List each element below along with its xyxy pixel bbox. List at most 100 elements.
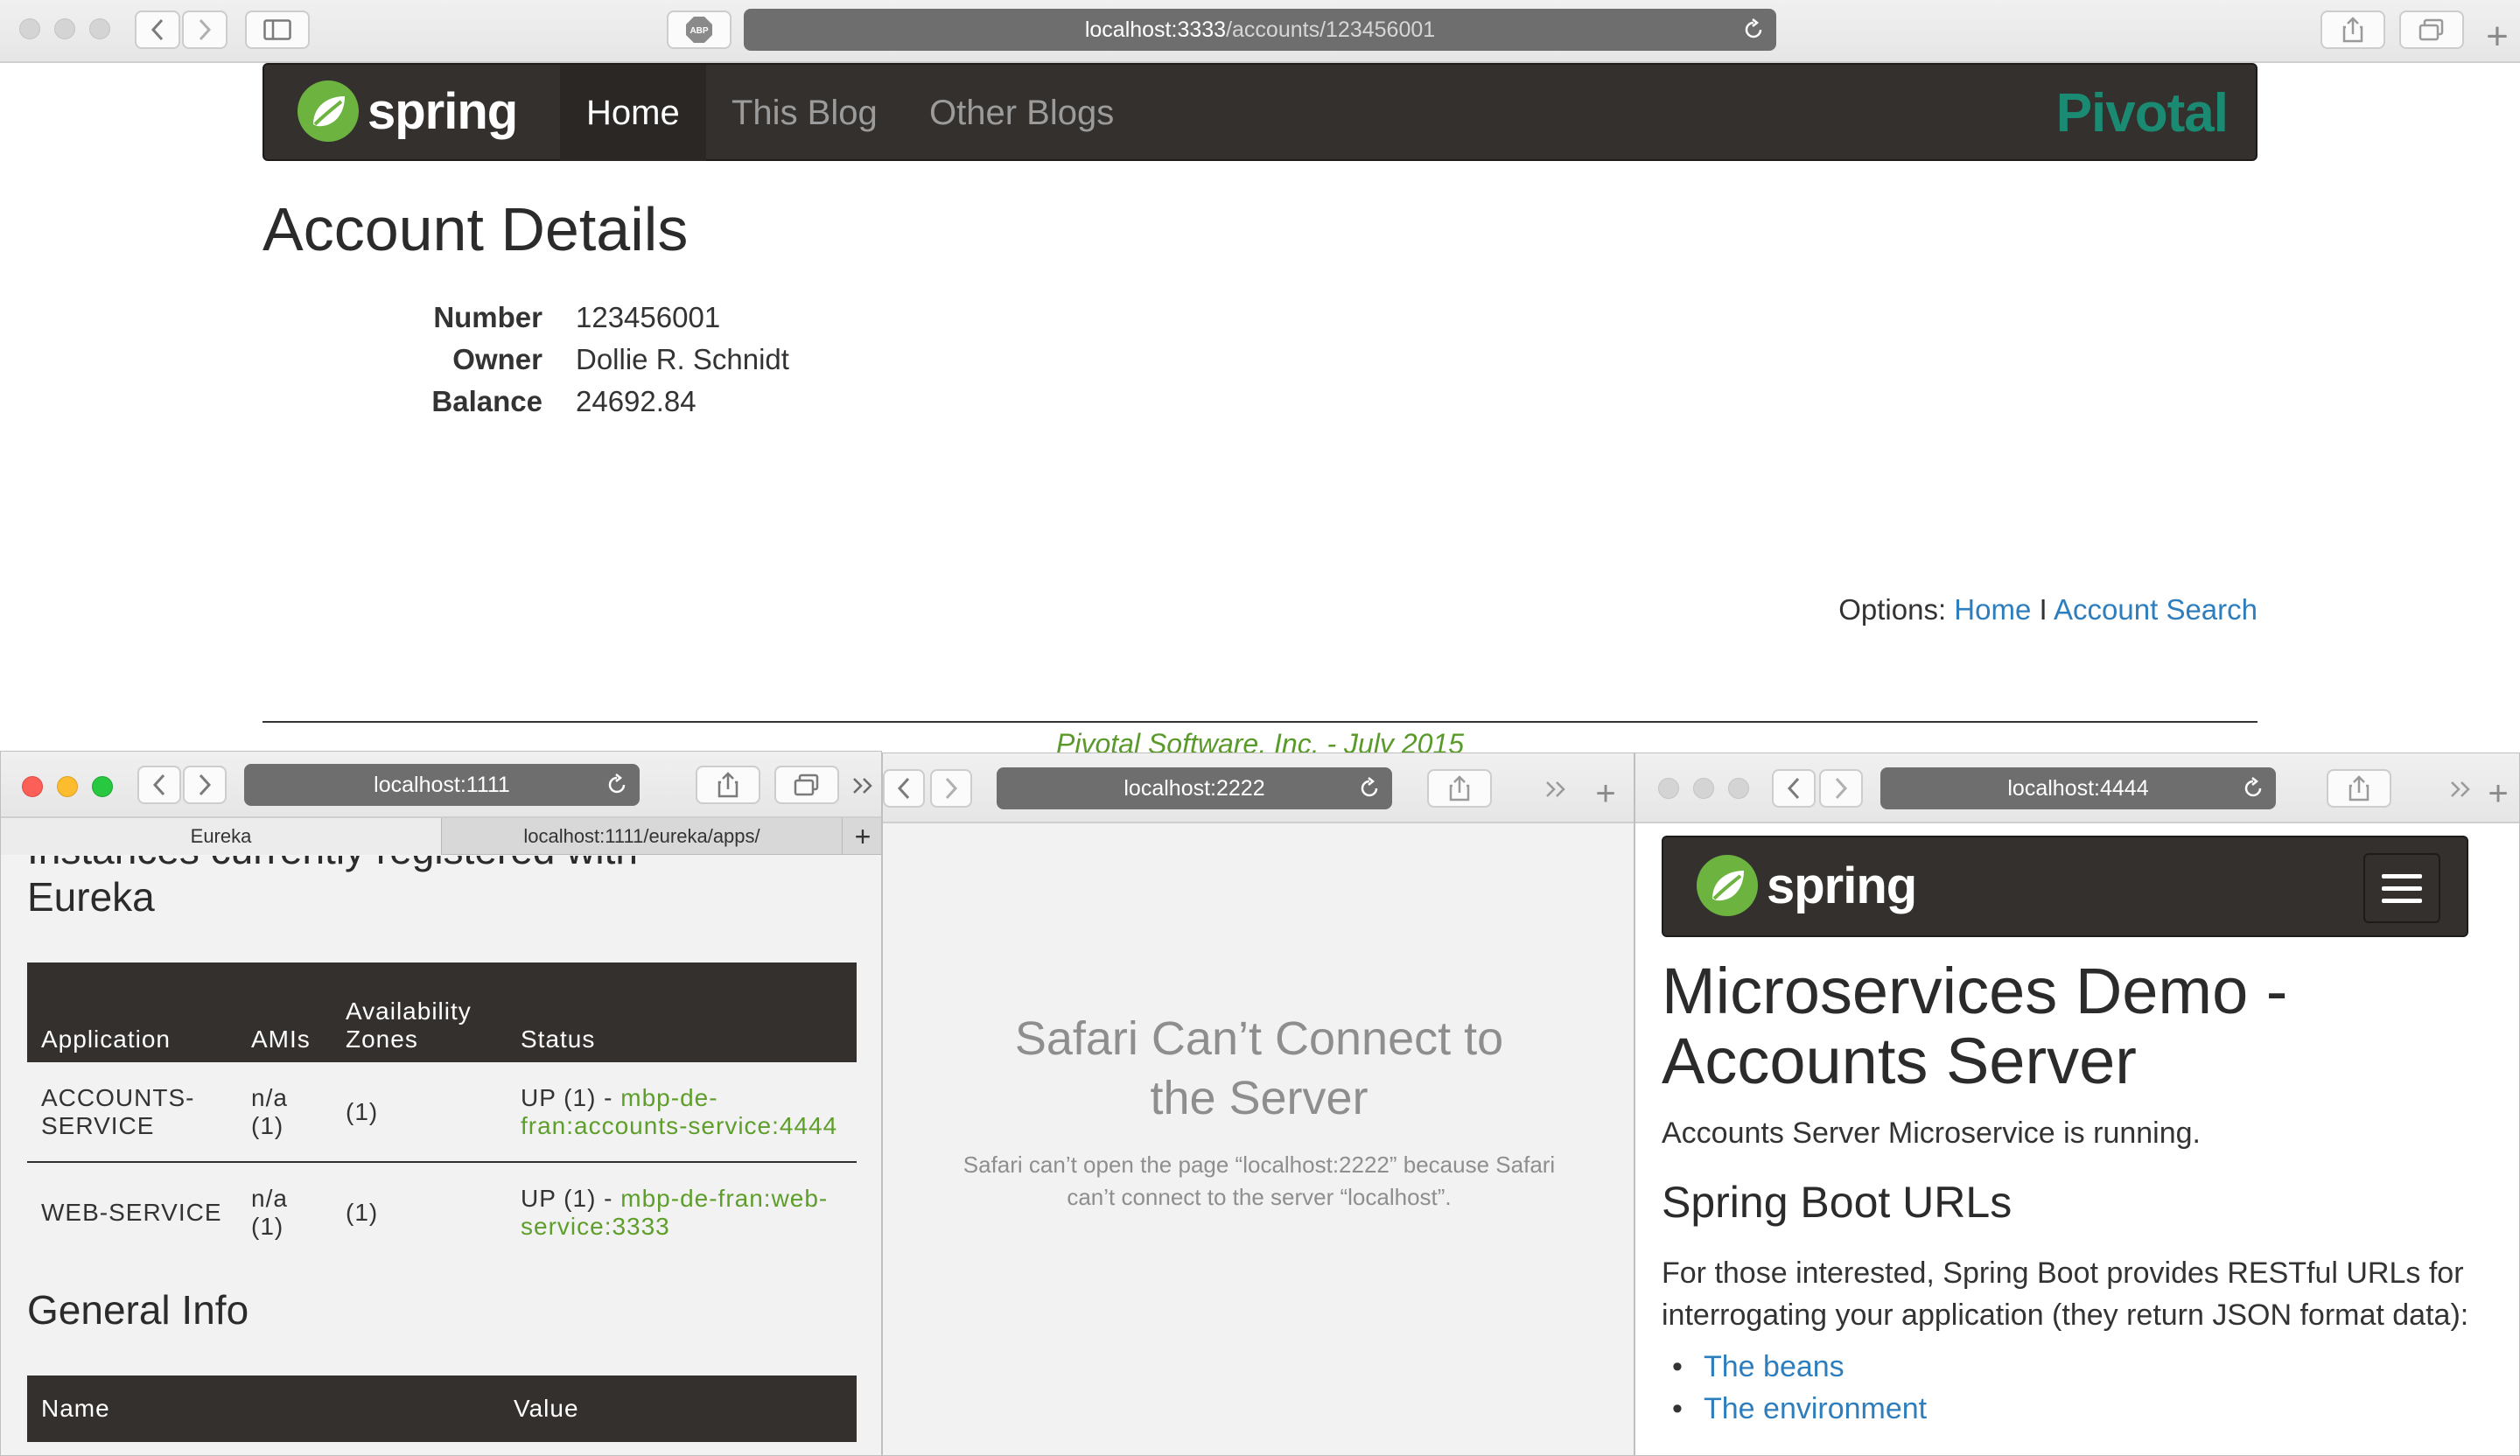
share-button[interactable]: [2320, 10, 2385, 49]
nav-home[interactable]: Home: [560, 65, 706, 161]
spring-leaf-icon: [1697, 855, 1758, 916]
accounts-browser-window: localhost:4444 + spring Microservices De…: [1634, 752, 2520, 1456]
detail-value: 24692.84: [576, 385, 696, 417]
close-window-button[interactable]: [1658, 778, 1679, 799]
zones-value: (1): [332, 1062, 507, 1163]
new-tab-button[interactable]: +: [843, 818, 881, 855]
share-icon: [2348, 775, 2370, 802]
chevron-right-icon: [199, 774, 212, 796]
forward-button[interactable]: [182, 10, 228, 49]
url-text: localhost:1111: [374, 772, 510, 797]
forward-button[interactable]: [1819, 769, 1863, 808]
share-button[interactable]: [2327, 769, 2391, 808]
detail-label: Owner: [452, 343, 542, 375]
back-button[interactable]: [135, 10, 180, 49]
eureka-toolbar: localhost:1111: [1, 752, 881, 818]
spring-boot-urls-heading: Spring Boot URLs: [1662, 1178, 2012, 1227]
zoom-window-button[interactable]: [92, 776, 113, 797]
column-header-application: Application: [27, 962, 237, 1062]
address-bar[interactable]: localhost:3333/accounts/123456001: [744, 9, 1776, 51]
chevron-right-icon: [945, 777, 958, 800]
brand-name: spring: [1767, 857, 1917, 914]
detail-value: Dollie R. Schnidt: [576, 343, 789, 375]
tabs-overview-button[interactable]: [774, 766, 839, 804]
url-text: localhost:4444: [2007, 775, 2149, 801]
table-row: ACCOUNTS-SERVICE n/a (1) (1) UP (1) - mb…: [27, 1062, 857, 1163]
zoom-window-button[interactable]: [89, 18, 110, 39]
top-toolbar: ABP localhost:3333/accounts/123456001 +: [0, 0, 2520, 63]
close-window-button[interactable]: [19, 18, 40, 39]
column-header-amis: AMIs: [237, 962, 332, 1062]
minimize-window-button[interactable]: [54, 18, 75, 39]
status-cell: UP (1) - mbp-de-fran:accounts-service:44…: [507, 1062, 857, 1163]
error-message: Safari can’t open the page “localhost:22…: [962, 1152, 1556, 1210]
column-header-status: Status: [507, 962, 857, 1062]
forward-button[interactable]: [930, 769, 972, 808]
detail-label: Number: [433, 301, 542, 333]
reload-icon[interactable]: [605, 773, 629, 797]
link-environment[interactable]: The environment: [1672, 1392, 1927, 1426]
accounts-toolbar: localhost:4444 +: [1635, 753, 2519, 823]
zones-value: (1): [346, 1198, 379, 1226]
overflow-chevrons-icon[interactable]: [2446, 774, 2475, 804]
nav-this-blog[interactable]: This Blog: [732, 65, 878, 161]
address-bar[interactable]: localhost:4444: [1880, 767, 2276, 809]
tab-eureka[interactable]: Eureka: [1, 818, 442, 855]
new-tab-button[interactable]: +: [2480, 15, 2515, 58]
back-button[interactable]: [883, 769, 925, 808]
top-browser-window: ABP localhost:3333/accounts/123456001 + …: [0, 0, 2520, 760]
intro-text: For those interested, Spring Boot provid…: [1662, 1256, 2469, 1332]
spring-brand[interactable]: spring: [1697, 855, 1917, 916]
reload-icon[interactable]: [2241, 776, 2265, 801]
sidebar-button[interactable]: [245, 10, 310, 49]
options-home-link[interactable]: Home: [1954, 593, 2031, 626]
reload-icon[interactable]: [1741, 18, 1766, 42]
new-tab-button[interactable]: +: [2481, 774, 2516, 813]
overflow-chevrons-icon[interactable]: [1541, 774, 1571, 804]
detail-value: 123456001: [576, 301, 721, 333]
close-window-button[interactable]: [22, 776, 43, 797]
options-bar: Options: Home I Account Search: [1838, 593, 2258, 626]
adblock-plus-icon: ABP: [686, 17, 712, 43]
status-text: UP (1) -: [521, 1083, 613, 1111]
status-cell: UP (1) - mbp-de-fran:web-service:3333: [507, 1162, 857, 1262]
sidebar-icon: [263, 19, 291, 40]
url-path: /accounts/123456001: [1226, 17, 1436, 42]
minimize-window-button[interactable]: [57, 776, 78, 797]
zoom-window-button[interactable]: [1728, 778, 1749, 799]
minimize-window-button[interactable]: [1693, 778, 1714, 799]
address-bar[interactable]: localhost:2222: [997, 767, 1392, 809]
tab-eureka-apps[interactable]: localhost:1111/eureka/apps/: [442, 818, 843, 855]
back-button[interactable]: [137, 766, 181, 804]
status-text: UP (1) -: [521, 1184, 613, 1212]
table-row: WEB-SERVICE n/a (1) (1) UP (1) - mbp-de-…: [27, 1162, 857, 1262]
share-icon: [718, 772, 738, 798]
adblock-button[interactable]: ABP: [667, 10, 732, 49]
reload-icon[interactable]: [1357, 776, 1382, 801]
spring-brand[interactable]: spring: [298, 80, 518, 142]
share-icon: [2342, 17, 2363, 43]
hamburger-menu-icon[interactable]: [2363, 853, 2440, 923]
forward-button[interactable]: [183, 766, 227, 804]
spring-leaf-icon: [298, 80, 359, 142]
url-text: localhost:2222: [1124, 775, 1265, 801]
pivotal-logo[interactable]: Pivotal: [2056, 82, 2229, 144]
options-separator: I: [2039, 593, 2048, 626]
brand-name: spring: [368, 82, 518, 140]
link-beans[interactable]: The beans: [1672, 1350, 1844, 1384]
share-button[interactable]: [696, 766, 760, 804]
share-button[interactable]: [1427, 769, 1492, 808]
tabs-icon: [2418, 18, 2444, 41]
error-title: Safari Can’t Connect to the Server: [1014, 1012, 1504, 1124]
eureka-browser-window: localhost:1111 Eureka localhost:1111/eur…: [0, 751, 882, 1456]
amis-value: n/a (1): [251, 1184, 288, 1240]
amis-value: n/a (1): [237, 1062, 332, 1163]
accounts-content: spring Microservices Demo - Accounts Ser…: [1635, 823, 2519, 1455]
new-tab-button[interactable]: +: [1588, 774, 1623, 813]
nav-other-blogs[interactable]: Other Blogs: [929, 65, 1114, 161]
overflow-chevrons-icon[interactable]: [848, 771, 878, 801]
tabs-overview-button[interactable]: [2399, 10, 2464, 49]
options-account-search-link[interactable]: Account Search: [2054, 593, 2258, 626]
address-bar[interactable]: localhost:1111: [244, 764, 640, 806]
back-button[interactable]: [1772, 769, 1816, 808]
